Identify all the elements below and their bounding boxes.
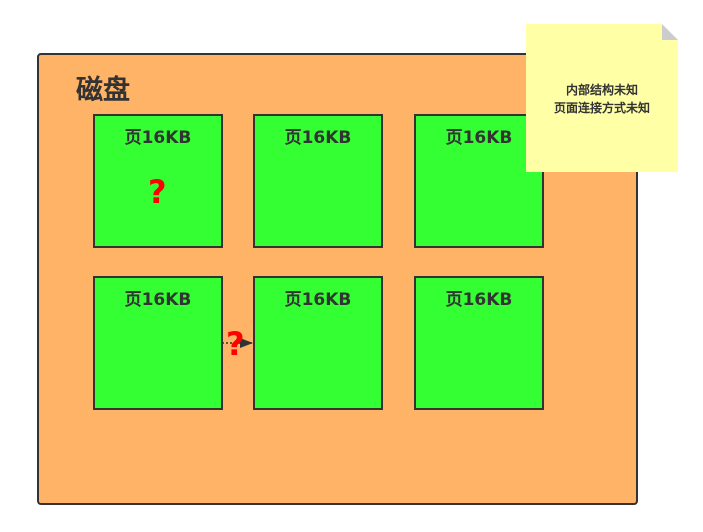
note-fold-corner (662, 24, 678, 40)
note-text: 内部结构未知 页面连接方式未知 (526, 81, 678, 117)
note-line-2: 页面连接方式未知 (553, 101, 650, 115)
unknown-link-question-mark: ? (226, 325, 245, 363)
sticky-note: 内部结构未知 页面连接方式未知 (526, 24, 678, 172)
note-line-1: 内部结构未知 (565, 83, 638, 97)
